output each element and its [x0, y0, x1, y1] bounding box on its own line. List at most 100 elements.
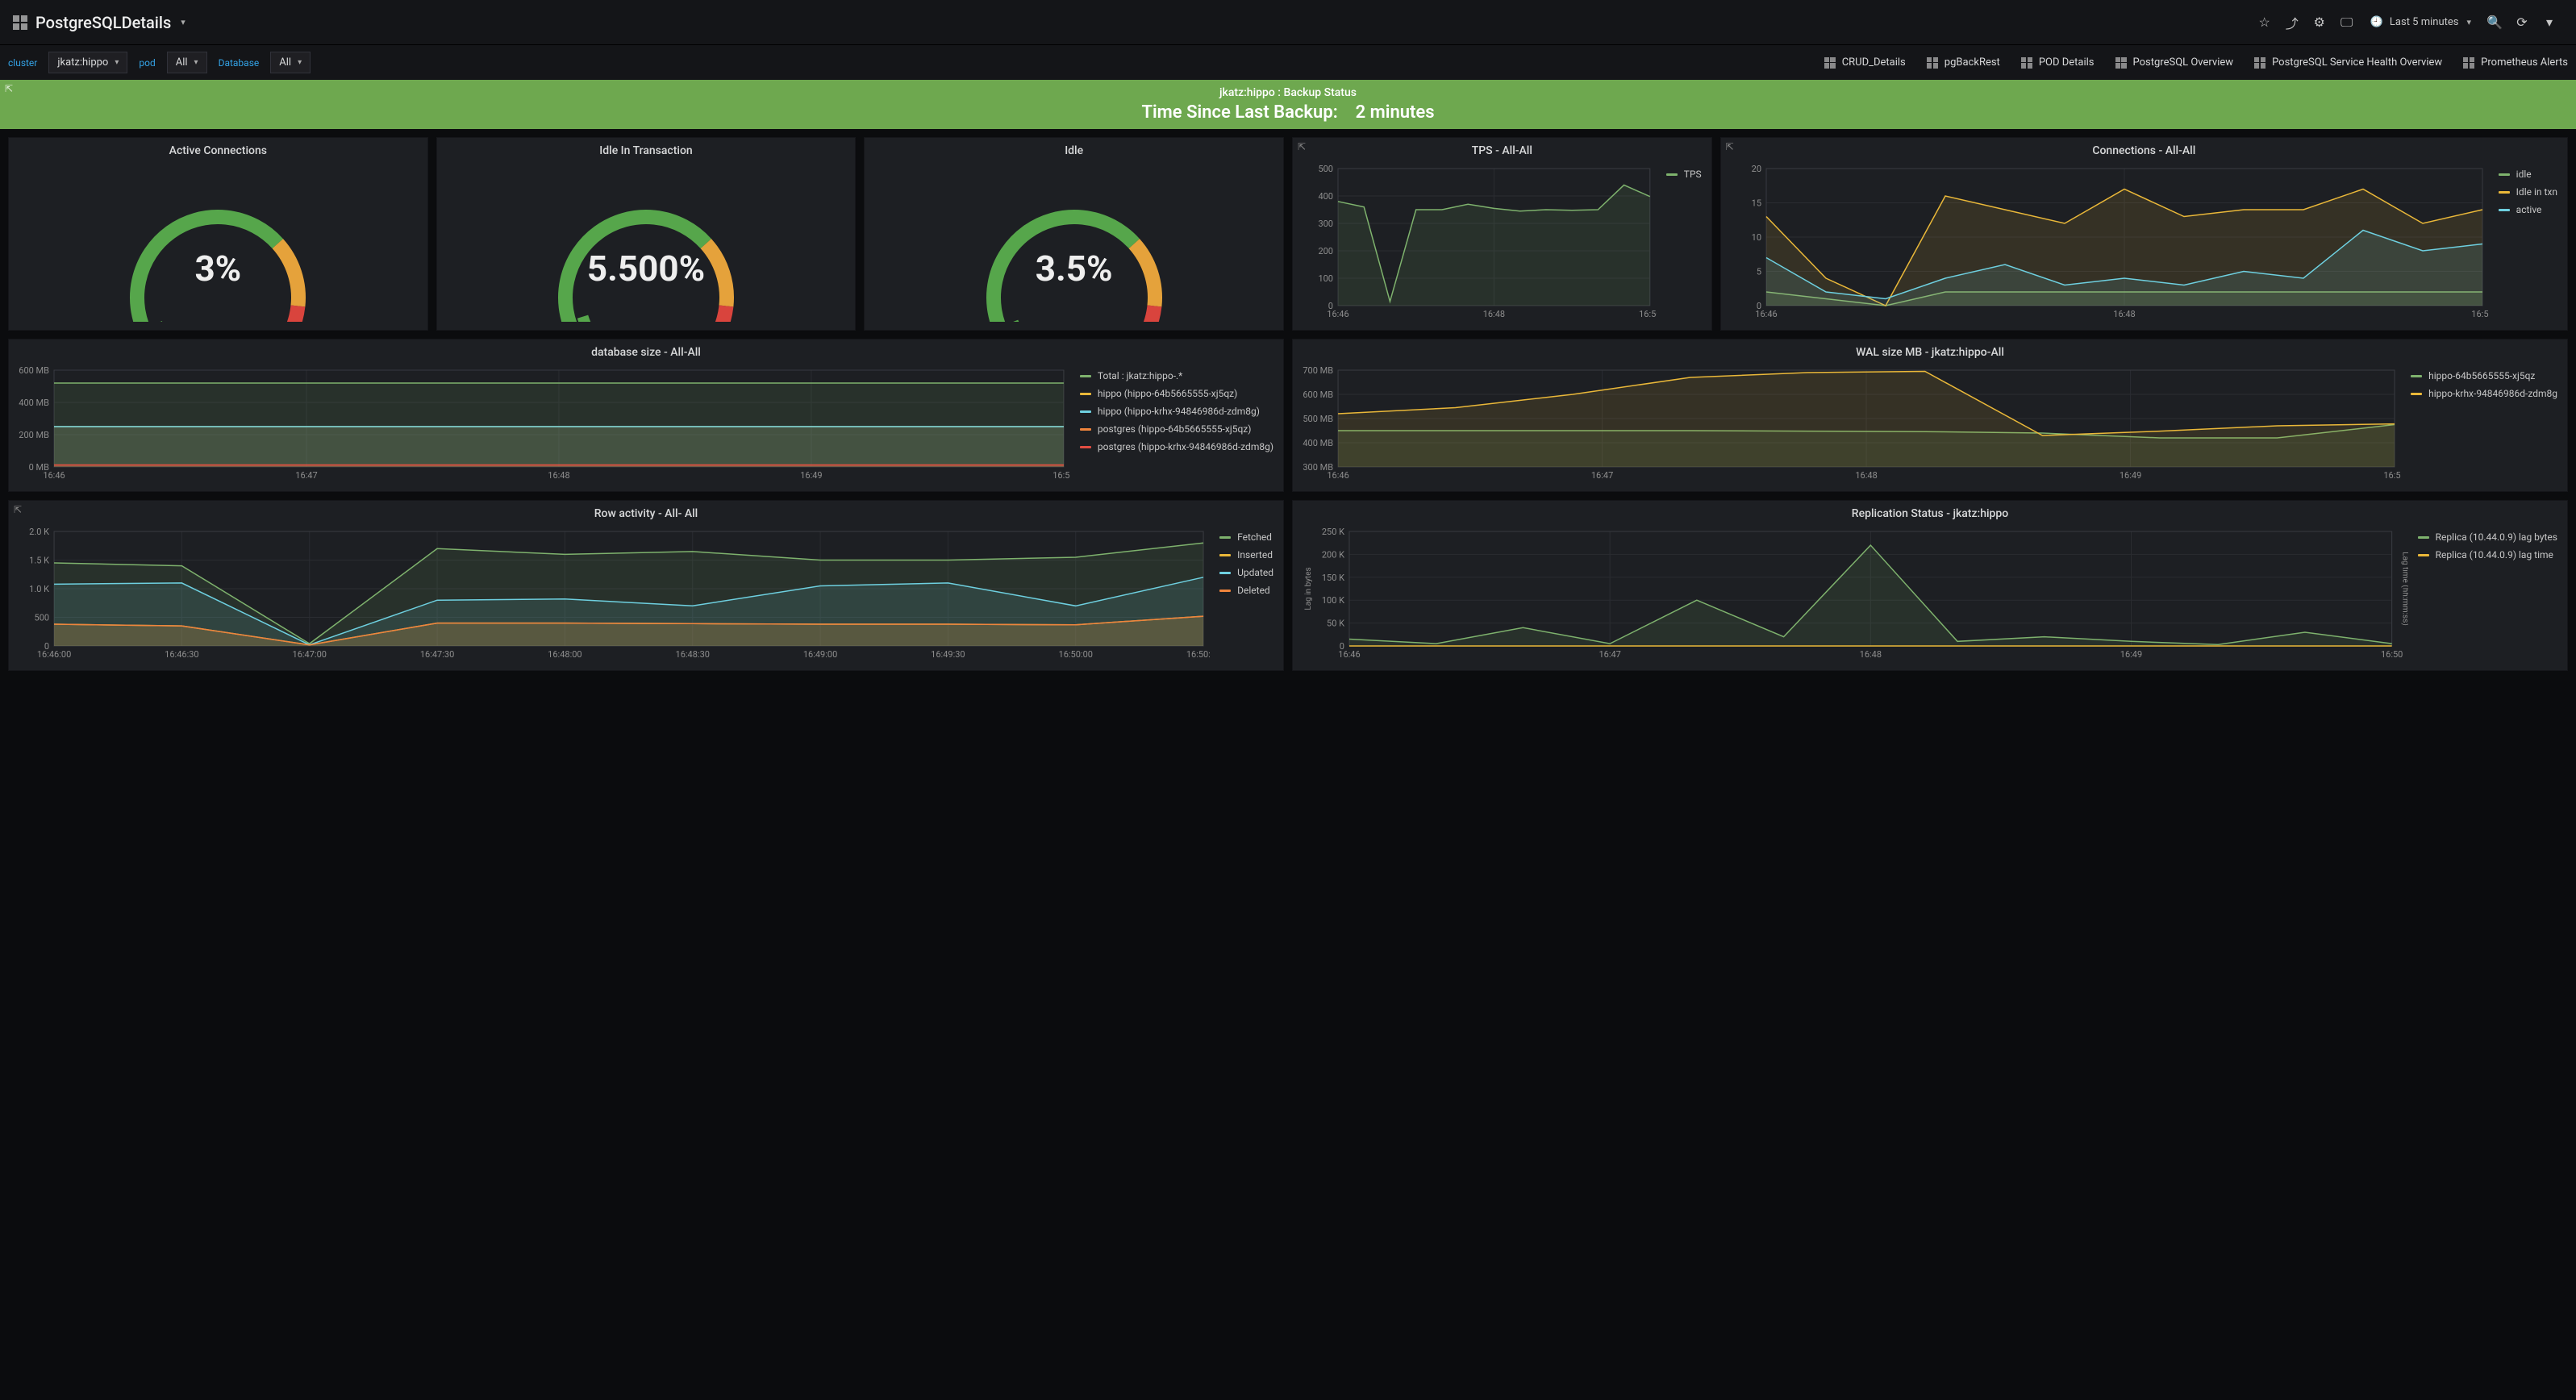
- svg-text:600 MB: 600 MB: [19, 365, 49, 376]
- legend-swatch: [2411, 375, 2422, 377]
- legend-label: Total : jkatz:hippo-.*: [1098, 370, 1182, 381]
- svg-text:16:50: 16:50: [2383, 470, 2401, 481]
- time-range-picker[interactable]: 🕘 Last 5 minutes ▾: [2361, 9, 2481, 36]
- var-label-cluster[interactable]: cluster: [8, 57, 37, 69]
- legend-label: active: [2516, 204, 2542, 215]
- panel-title: Active Connections: [9, 138, 427, 160]
- legend-item[interactable]: TPS: [1666, 169, 1702, 180]
- var-label-pod[interactable]: pod: [139, 57, 155, 69]
- legend-swatch: [1666, 173, 1678, 176]
- panel-wal-size[interactable]: WAL size MB - jkatz:hippo-All 300 MB400 …: [1292, 339, 2568, 492]
- panel-database-size[interactable]: database size - All-All 0 MB200 MB400 MB…: [8, 339, 1284, 492]
- panel-title: Connections - All-All: [1721, 138, 2567, 160]
- chart-connections: 0510152016:4616:4816:50: [1728, 164, 2489, 323]
- legend-swatch: [2418, 554, 2429, 556]
- legend-dbsize: Total : jkatz:hippo-.* hippo (hippo-64b56…: [1077, 365, 1277, 485]
- legend-swatch: [1219, 572, 1231, 574]
- banner-label: Time Since Last Backup:: [1141, 102, 1337, 123]
- legend-label: hippo-krhx-94846986d-zdm8g: [2428, 388, 2557, 399]
- panel-replication-status[interactable]: Replication Status - jkatz:hippo 050 K10…: [1292, 500, 2568, 671]
- tv-mode-button[interactable]: 🖵: [2333, 9, 2361, 36]
- svg-text:16:47:30: 16:47:30: [420, 649, 454, 660]
- legend-item[interactable]: Updated: [1219, 567, 1273, 578]
- var-select-pod[interactable]: All ▾: [167, 52, 207, 73]
- refresh-interval-dropdown[interactable]: ▾: [2536, 9, 2563, 36]
- share-button[interactable]: ⤴: [2278, 9, 2306, 36]
- legend-item[interactable]: Deleted: [1219, 585, 1273, 596]
- legend-item[interactable]: idle: [2499, 169, 2557, 180]
- svg-text:15: 15: [1751, 198, 1761, 209]
- svg-text:Lag time (hh:mm:ss): Lag time (hh:mm:ss): [2401, 552, 2408, 626]
- panel-title: WAL size MB - jkatz:hippo-All: [1293, 340, 2567, 362]
- svg-text:20: 20: [1751, 164, 1761, 174]
- legend-item[interactable]: hippo-krhx-94846986d-zdm8g: [2411, 388, 2557, 399]
- dashboard-link[interactable]: pgBackRest: [1927, 56, 2000, 69]
- var-select-database[interactable]: All ▾: [270, 52, 311, 73]
- variable-bar: cluster jkatz:hippo ▾ pod All ▾ Database…: [0, 45, 2576, 80]
- legend-item[interactable]: Inserted: [1219, 549, 1273, 560]
- svg-text:16:47: 16:47: [295, 470, 317, 481]
- dashboard-link[interactable]: POD Details: [2021, 56, 2095, 69]
- svg-text:100 K: 100 K: [1322, 595, 1344, 606]
- star-button[interactable]: ☆: [2251, 9, 2278, 36]
- legend-item[interactable]: hippo-64b5665555-xj5qz: [2411, 370, 2557, 381]
- legend-label: postgres (hippo-krhx-94846986d-zdm8g): [1098, 441, 1273, 452]
- gauge-value: 3%: [194, 248, 241, 290]
- panel-link-icon[interactable]: ⇱: [1298, 141, 1306, 152]
- gauge-value: 3.5%: [1036, 248, 1113, 290]
- legend-item[interactable]: hippo (hippo-krhx-94846986d-zdm8g): [1080, 406, 1273, 417]
- dashboard-link[interactable]: CRUD_Details: [1824, 56, 1906, 69]
- legend-label: TPS: [1684, 169, 1702, 180]
- panel-idle[interactable]: Idle 3.5%: [864, 137, 1284, 331]
- panel-row-activity[interactable]: ⇱ Row activity - All- All 05001.0 K1.5 K…: [8, 500, 1284, 671]
- panel-link-icon[interactable]: ⇱: [14, 504, 22, 515]
- panel-tps[interactable]: ⇱ TPS - All-All 010020030040050016:4616:…: [1292, 137, 1712, 331]
- legend-item[interactable]: postgres (hippo-krhx-94846986d-zdm8g): [1080, 441, 1273, 452]
- link-label: POD Details: [2039, 56, 2095, 69]
- var-label-database[interactable]: Database: [219, 57, 260, 69]
- svg-text:16:46:30: 16:46:30: [165, 649, 198, 660]
- var-value-database: All: [279, 56, 291, 69]
- panel-active-connections[interactable]: Active Connections 3%: [8, 137, 428, 331]
- legend-label: Fetched: [1237, 531, 1272, 543]
- dashboard-link[interactable]: PostgreSQL Service Health Overview: [2254, 56, 2442, 69]
- svg-text:1.5 K: 1.5 K: [29, 556, 49, 566]
- svg-text:16:50:30: 16:50:30: [1186, 649, 1210, 660]
- var-select-cluster[interactable]: jkatz:hippo ▾: [48, 52, 127, 73]
- panel-link-icon[interactable]: ⇱: [1726, 141, 1734, 152]
- panel-link-icon[interactable]: ⇱: [5, 83, 13, 94]
- svg-text:200 MB: 200 MB: [19, 430, 49, 440]
- legend-item[interactable]: hippo (hippo-64b5665555-xj5qz): [1080, 388, 1273, 399]
- legend-label: Replica (10.44.0.9) lag time: [2436, 549, 2553, 560]
- legend-item[interactable]: Idle in txn: [2499, 186, 2557, 198]
- legend-replication: Replica (10.44.0.9) lag bytes Replica (10…: [2415, 527, 2561, 664]
- legend-label: postgres (hippo-64b5665555-xj5qz): [1098, 423, 1251, 435]
- panel-idle-in-transaction[interactable]: Idle In Transaction 5.500%: [436, 137, 857, 331]
- chevron-down-icon: ▾: [115, 58, 119, 67]
- link-label: CRUD_Details: [1842, 56, 1906, 69]
- legend-item[interactable]: postgres (hippo-64b5665555-xj5qz): [1080, 423, 1273, 435]
- svg-text:500: 500: [35, 613, 50, 623]
- svg-text:16:46: 16:46: [1327, 309, 1348, 319]
- refresh-button[interactable]: ⟳: [2508, 9, 2536, 36]
- svg-text:1.0 K: 1.0 K: [29, 584, 49, 594]
- legend-tps: TPS: [1663, 164, 1705, 323]
- link-label: pgBackRest: [1945, 56, 2000, 69]
- settings-button[interactable]: ⚙: [2306, 9, 2333, 36]
- zoom-out-button[interactable]: 🔍: [2481, 9, 2508, 36]
- legend-item[interactable]: Fetched: [1219, 531, 1273, 543]
- legend-item[interactable]: Total : jkatz:hippo-.*: [1080, 370, 1273, 381]
- dashboard-link[interactable]: PostgreSQL Overview: [2115, 56, 2234, 69]
- legend-swatch: [1080, 446, 1091, 448]
- dashboard-icon: [2115, 57, 2127, 69]
- dashboard-link[interactable]: Prometheus Alerts: [2463, 56, 2568, 69]
- legend-label: Replica (10.44.0.9) lag bytes: [2436, 531, 2557, 543]
- link-label: PostgreSQL Service Health Overview: [2272, 56, 2442, 69]
- legend-connections: idle Idle in txn active: [2495, 164, 2561, 323]
- legend-item[interactable]: Replica (10.44.0.9) lag bytes: [2418, 531, 2557, 543]
- svg-text:16:46: 16:46: [1327, 470, 1348, 481]
- panel-connections[interactable]: ⇱ Connections - All-All 0510152016:4616:…: [1720, 137, 2568, 331]
- dashboard-title-dropdown[interactable]: PostgreSQLDetails ▾: [13, 13, 185, 32]
- legend-item[interactable]: Replica (10.44.0.9) lag time: [2418, 549, 2557, 560]
- legend-item[interactable]: active: [2499, 204, 2557, 215]
